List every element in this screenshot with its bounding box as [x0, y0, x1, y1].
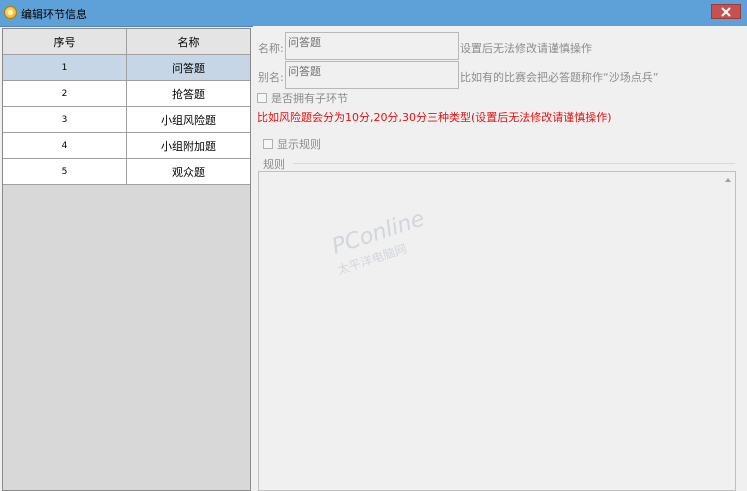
- segment-detail-panel: 名称: 问答题 设置后无法修改请谨慎操作 别名: 问答题 比如有的比赛会把必答题…: [253, 26, 747, 491]
- grid-header: 序号 名称: [3, 29, 250, 55]
- vertical-scrollbar[interactable]: [720, 172, 735, 490]
- row-name: 问答题: [127, 55, 250, 81]
- column-header-index[interactable]: 序号: [3, 29, 127, 55]
- alias-label: 别名:: [258, 71, 284, 84]
- row-name: 抢答题: [127, 81, 250, 107]
- name-field[interactable]: 问答题: [285, 32, 459, 60]
- group-divider: [293, 163, 735, 164]
- app-icon: [4, 6, 17, 19]
- close-icon: [721, 6, 731, 17]
- table-row[interactable]: 2 抢答题: [3, 81, 250, 107]
- has-subsegment-label: 是否拥有子环节: [271, 92, 348, 105]
- table-row[interactable]: 5 观众题: [3, 159, 250, 185]
- name-hint: 设置后无法修改请谨慎操作: [460, 42, 592, 55]
- row-index: 4: [3, 133, 127, 159]
- row-index: 1: [3, 55, 127, 81]
- row-name: 小组风险题: [127, 107, 250, 133]
- row-index: 2: [3, 81, 127, 107]
- row-name: 小组附加题: [127, 133, 250, 159]
- close-button[interactable]: [711, 4, 741, 19]
- scroll-up-icon[interactable]: [725, 178, 731, 182]
- checkbox-box: [257, 93, 267, 103]
- segment-grid: 序号 名称 1 问答题 2 抢答题 3 小组风险题 4 小组附加题 5 观众题: [3, 29, 250, 185]
- column-header-name[interactable]: 名称: [127, 29, 250, 55]
- row-index: 5: [3, 159, 127, 185]
- table-row[interactable]: 3 小组风险题: [3, 107, 250, 133]
- row-name: 观众题: [127, 159, 250, 185]
- window-title: 编辑环节信息: [21, 8, 87, 21]
- rules-textarea[interactable]: PConline 太平洋电脑网: [258, 171, 736, 491]
- row-index: 3: [3, 107, 127, 133]
- name-label: 名称:: [258, 42, 284, 55]
- rules-group-label: 规则: [263, 158, 285, 171]
- title-bar: 编辑环节信息: [0, 0, 747, 27]
- show-rules-label: 显示规则: [277, 138, 321, 151]
- table-row[interactable]: 4 小组附加题: [3, 133, 250, 159]
- segment-list-panel: 序号 名称 1 问答题 2 抢答题 3 小组风险题 4 小组附加题 5 观众题: [2, 28, 251, 491]
- checkbox-box: [263, 139, 273, 149]
- show-rules-checkbox[interactable]: 显示规则: [263, 136, 321, 152]
- has-subsegment-checkbox[interactable]: 是否拥有子环节: [257, 90, 348, 106]
- table-row[interactable]: 1 问答题: [3, 55, 250, 81]
- alias-field[interactable]: 问答题: [285, 61, 459, 89]
- alias-hint: 比如有的比赛会把必答题称作“沙场点兵”: [460, 71, 659, 84]
- watermark-logo: PConline 太平洋电脑网: [329, 206, 439, 292]
- warning-text: 比如风险题会分为10分,20分,30分三种类型(设置后无法修改请谨慎操作): [257, 111, 612, 124]
